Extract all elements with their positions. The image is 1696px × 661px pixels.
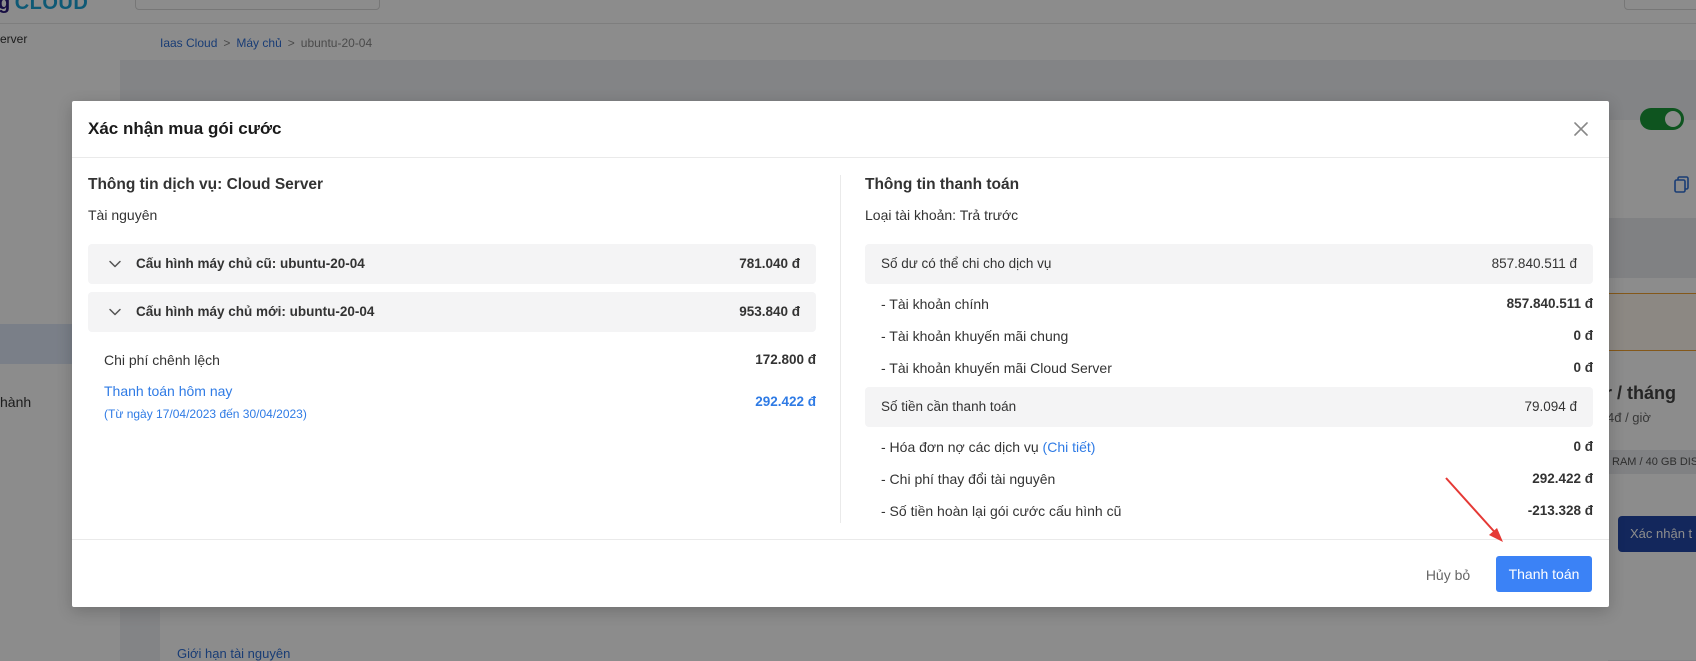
modal-title: Xác nhận mua gói cước [88, 119, 282, 138]
refund-value: -213.328 đ [1527, 503, 1593, 518]
modal-footer: Hủy bỏ Thanh toán [72, 539, 1609, 607]
refund-label: - Số tiền hoàn lại gói cước cấu hình cũ [881, 503, 1122, 519]
resource-change-value: 292.422 đ [1532, 471, 1593, 486]
modal-header: Xác nhận mua gói cước [72, 101, 1609, 158]
general-promo-value: 0 đ [1573, 328, 1593, 343]
pay-today-note: (Từ ngày 17/04/2023 đến 30/04/2023) [104, 407, 307, 421]
balance-value: 857.840.511 đ [1491, 256, 1577, 271]
pay-today-label: Thanh toán hôm nay [104, 383, 233, 399]
new-config-label: Cấu hình máy chủ mới: ubuntu-20-04 [136, 304, 375, 319]
resources-subtitle: Tài nguyên [88, 207, 158, 223]
invoice-detail-link[interactable]: (Chi tiết) [1043, 439, 1096, 455]
payment-info-title: Thông tin thanh toán [865, 176, 1020, 193]
chevron-down-icon[interactable] [108, 257, 122, 271]
diff-label: Chi phí chênh lệch [104, 352, 220, 368]
amount-due-row: Số tiền cần thanh toán 79.094 đ [865, 387, 1593, 427]
invoice-label-text: - Hóa đơn nợ các dịch vụ [881, 439, 1043, 455]
new-config-row[interactable]: Cấu hình máy chủ mới: ubuntu-20-04 953.8… [88, 292, 816, 332]
old-config-value: 781.040 đ [739, 256, 800, 271]
invoice-value: 0 đ [1573, 439, 1593, 454]
amount-due-value: 79.094 đ [1524, 399, 1577, 414]
chevron-down-icon[interactable] [108, 305, 122, 319]
invoice-label: - Hóa đơn nợ các dịch vụ (Chi tiết) [881, 439, 1095, 455]
balance-row: Số dư có thể chi cho dịch vụ 857.840.511… [865, 244, 1593, 284]
resource-change-label: - Chi phí thay đổi tài nguyên [881, 471, 1056, 487]
service-info-title: Thông tin dịch vụ: Cloud Server [88, 176, 324, 193]
purchase-confirm-modal: Xác nhận mua gói cước Thông tin dịch vụ:… [72, 101, 1609, 607]
column-divider [840, 175, 841, 523]
cloud-promo-label: - Tài khoản khuyến mãi Cloud Server [881, 360, 1112, 376]
pay-today-value: 292.422 đ [755, 394, 816, 409]
account-type: Loại tài khoản: Trả trước [865, 207, 1019, 223]
diff-value: 172.800 đ [755, 352, 816, 367]
amount-due-label: Số tiền cần thanh toán [881, 399, 1017, 414]
main-account-value: 857.840.511 đ [1506, 296, 1593, 311]
cancel-button[interactable]: Hủy bỏ [1412, 558, 1484, 592]
pay-button[interactable]: Thanh toán [1496, 556, 1592, 592]
old-config-label: Cấu hình máy chủ cũ: ubuntu-20-04 [136, 256, 365, 271]
new-config-value: 953.840 đ [739, 304, 800, 319]
old-config-row[interactable]: Cấu hình máy chủ cũ: ubuntu-20-04 781.04… [88, 244, 816, 284]
close-icon[interactable] [1570, 118, 1592, 140]
main-account-label: - Tài khoản chính [881, 296, 989, 312]
balance-label: Số dư có thể chi cho dịch vụ [881, 256, 1052, 271]
general-promo-label: - Tài khoản khuyến mãi chung [881, 328, 1069, 344]
cloud-promo-value: 0 đ [1573, 360, 1593, 375]
